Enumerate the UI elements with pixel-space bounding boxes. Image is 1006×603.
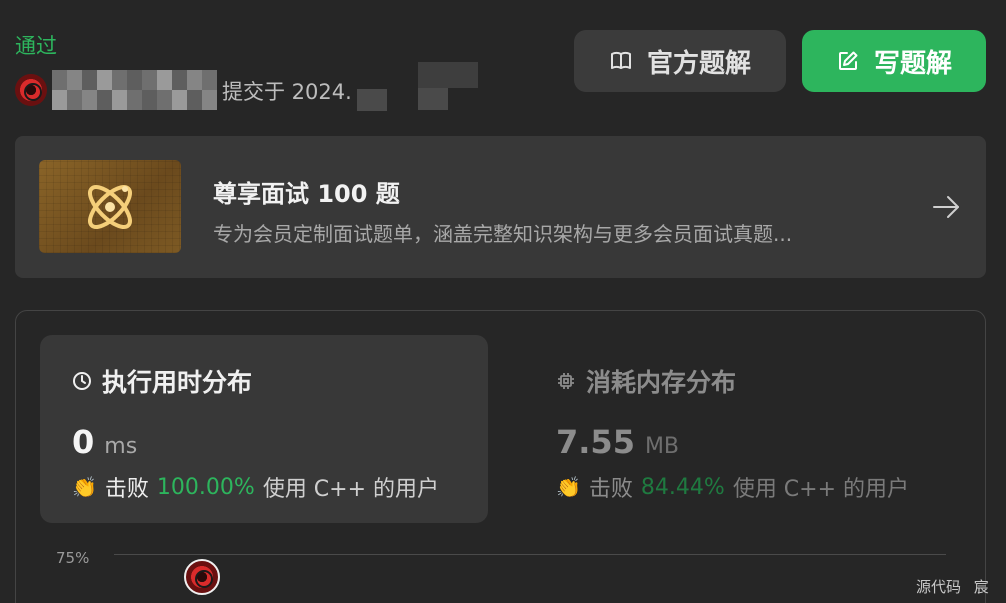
chart-grid-line — [114, 554, 946, 555]
runtime-number: 0 — [72, 423, 95, 461]
official-solution-button[interactable]: 官方题解 — [574, 30, 786, 92]
memory-suffix: 使用 C++ 的用户 — [732, 477, 910, 502]
redacted-time-part — [418, 88, 448, 110]
runtime-percent: 100.00% — [156, 474, 255, 500]
footer-text: 源代码 宸 — [916, 578, 989, 596]
submission-time: 提交于 2024. — [222, 80, 352, 104]
performance-stats-card: 执行用时分布 0 ms 👏 击败 100.00% 使用 C++ 的用户 消耗内存… — [15, 310, 986, 603]
redacted-username — [52, 70, 217, 110]
promo-description: 专为会员定制面试题单，涵盖完整知识架构与更多会员面试真题... — [213, 222, 793, 246]
chart-user-marker[interactable] — [184, 559, 220, 595]
atom-icon — [88, 184, 132, 229]
memory-beat-label: 击败 — [588, 477, 633, 502]
premium-promo-card[interactable]: 尊享面试 100 题 专为会员定制面试题单，涵盖完整知识架构与更多会员面试真题.… — [15, 136, 986, 278]
runtime-value: 0 ms — [72, 423, 137, 461]
write-solution-button[interactable]: 写题解 — [802, 30, 986, 92]
memory-value: 7.55 MB — [556, 423, 679, 461]
promo-thumbnail — [39, 160, 181, 253]
clock-icon — [73, 372, 91, 390]
clap-icon: 👏 — [72, 475, 97, 499]
promo-title: 尊享面试 100 题 — [213, 180, 400, 208]
runtime-beat-label: 击败 — [104, 477, 149, 502]
memory-unit: MB — [644, 434, 680, 459]
status-label: 通过 — [15, 34, 57, 58]
arrow-right-icon[interactable] — [931, 192, 961, 222]
runtime-suffix: 使用 C++ 的用户 — [262, 477, 440, 502]
memory-number: 7.55 — [556, 423, 635, 461]
memory-stat-tab[interactable]: 消耗内存分布 7.55 MB 👏 击败 84.44% 使用 C++ 的用户 — [524, 335, 972, 523]
user-avatar[interactable] — [15, 74, 47, 106]
memory-beat: 👏 击败 84.44% 使用 C++ 的用户 — [556, 471, 909, 503]
edit-icon — [838, 51, 858, 70]
clap-icon: 👏 — [556, 475, 581, 499]
memory-percent: 84.44% — [640, 474, 725, 500]
runtime-stat-tab[interactable]: 执行用时分布 0 ms 👏 击败 100.00% 使用 C++ 的用户 — [40, 335, 488, 523]
chip-icon — [558, 373, 574, 389]
chart-y-label: 75% — [56, 549, 90, 567]
runtime-beat: 👏 击败 100.00% 使用 C++ 的用户 — [72, 471, 439, 503]
memory-header: 消耗内存分布 — [556, 363, 736, 399]
book-icon — [610, 51, 631, 69]
redacted-time-part — [357, 89, 387, 111]
official-solution-label: 官方题解 — [646, 48, 751, 79]
runtime-header: 执行用时分布 — [72, 363, 252, 399]
runtime-title: 执行用时分布 — [102, 368, 253, 397]
write-solution-label: 写题解 — [873, 48, 952, 79]
runtime-unit: ms — [104, 434, 138, 459]
submission-detail-page: 通过 提交于 2024. 官方题解 写题解 尊享面试 100 题 专为会员定制面… — [0, 0, 1006, 603]
redacted-time-part — [418, 62, 478, 88]
memory-title: 消耗内存分布 — [586, 368, 737, 397]
